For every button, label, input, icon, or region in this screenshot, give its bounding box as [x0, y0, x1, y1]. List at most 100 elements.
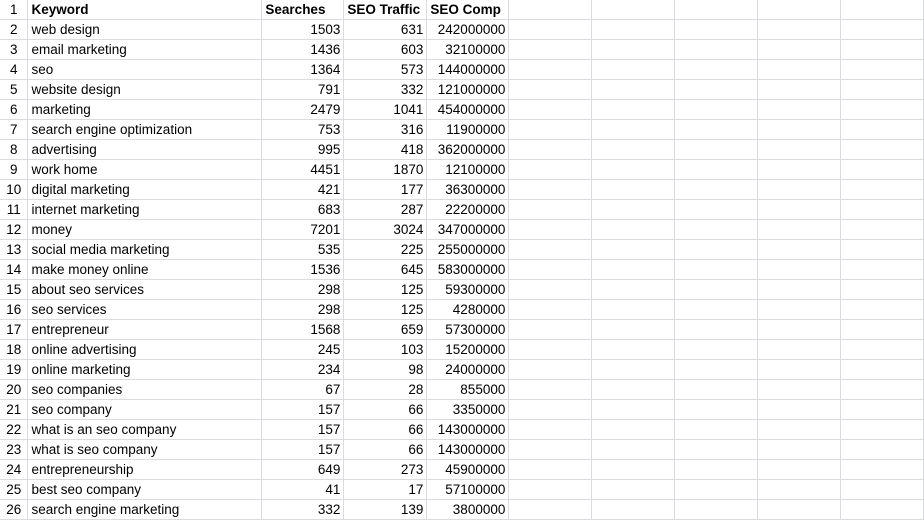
- keyword-cell[interactable]: money: [27, 219, 263, 240]
- seo-comp-cell[interactable]: 57100000: [426, 479, 510, 500]
- empty-cell[interactable]: [840, 99, 924, 120]
- keyword-cell[interactable]: seo company: [27, 399, 263, 420]
- keyword-cell[interactable]: online marketing: [27, 359, 263, 380]
- searches-cell[interactable]: 1536: [261, 259, 345, 280]
- keyword-cell[interactable]: social media marketing: [27, 239, 263, 260]
- empty-cell[interactable]: [591, 439, 676, 460]
- searches-cell[interactable]: 1568: [261, 319, 345, 340]
- empty-cell[interactable]: [674, 419, 759, 440]
- empty-cell[interactable]: [674, 299, 759, 320]
- empty-cell[interactable]: [840, 199, 924, 220]
- seo-traffic-cell[interactable]: 418: [343, 139, 428, 160]
- searches-cell[interactable]: 234: [261, 359, 345, 380]
- empty-cell[interactable]: [508, 419, 593, 440]
- empty-cell[interactable]: [674, 479, 759, 500]
- empty-cell[interactable]: [508, 39, 593, 60]
- row-number[interactable]: 23: [0, 439, 29, 460]
- empty-cell[interactable]: [674, 379, 759, 400]
- empty-cell[interactable]: [508, 319, 593, 340]
- empty-cell[interactable]: [591, 379, 676, 400]
- keyword-cell[interactable]: what is seo company: [27, 439, 263, 460]
- searches-cell[interactable]: 753: [261, 119, 345, 140]
- row-number[interactable]: 8: [0, 139, 29, 160]
- row-number[interactable]: 19: [0, 359, 29, 380]
- empty-cell[interactable]: [840, 139, 924, 160]
- row-number[interactable]: 16: [0, 299, 29, 320]
- seo-comp-cell[interactable]: 32100000: [426, 39, 510, 60]
- empty-cell[interactable]: [757, 139, 841, 160]
- seo-comp-cell[interactable]: 57300000: [426, 319, 510, 340]
- empty-cell[interactable]: [757, 399, 841, 420]
- seo-comp-cell[interactable]: 22200000: [426, 199, 510, 220]
- seo-comp-cell[interactable]: 12100000: [426, 159, 510, 180]
- keyword-cell[interactable]: web design: [27, 19, 263, 40]
- keyword-cell[interactable]: about seo services: [27, 279, 263, 300]
- seo-traffic-cell[interactable]: 573: [343, 59, 428, 80]
- seo-comp-cell[interactable]: 143000000: [426, 439, 510, 460]
- empty-cell[interactable]: [508, 99, 593, 120]
- empty-cell[interactable]: [674, 0, 759, 20]
- searches-cell[interactable]: 421: [261, 179, 345, 200]
- empty-cell[interactable]: [591, 0, 676, 20]
- empty-cell[interactable]: [508, 79, 593, 100]
- keyword-cell[interactable]: seo: [27, 59, 263, 80]
- row-number[interactable]: 6: [0, 99, 29, 120]
- empty-cell[interactable]: [591, 39, 676, 60]
- empty-cell[interactable]: [591, 419, 676, 440]
- seo-comp-cell[interactable]: 255000000: [426, 239, 510, 260]
- column-header[interactable]: Searches: [261, 0, 345, 20]
- seo-traffic-cell[interactable]: 98: [343, 359, 428, 380]
- searches-cell[interactable]: 157: [261, 399, 345, 420]
- seo-traffic-cell[interactable]: 17: [343, 479, 428, 500]
- empty-cell[interactable]: [674, 219, 759, 240]
- empty-cell[interactable]: [508, 439, 593, 460]
- empty-cell[interactable]: [840, 259, 924, 280]
- empty-cell[interactable]: [674, 19, 759, 40]
- seo-traffic-cell[interactable]: 125: [343, 299, 428, 320]
- seo-traffic-cell[interactable]: 631: [343, 19, 428, 40]
- seo-comp-cell[interactable]: 143000000: [426, 419, 510, 440]
- empty-cell[interactable]: [508, 0, 593, 20]
- empty-cell[interactable]: [508, 119, 593, 140]
- empty-cell[interactable]: [757, 39, 841, 60]
- seo-comp-cell[interactable]: 59300000: [426, 279, 510, 300]
- keyword-cell[interactable]: work home: [27, 159, 263, 180]
- empty-cell[interactable]: [591, 159, 676, 180]
- empty-cell[interactable]: [757, 479, 841, 500]
- empty-cell[interactable]: [840, 279, 924, 300]
- empty-cell[interactable]: [674, 119, 759, 140]
- seo-comp-cell[interactable]: 242000000: [426, 19, 510, 40]
- empty-cell[interactable]: [757, 439, 841, 460]
- empty-cell[interactable]: [757, 219, 841, 240]
- empty-cell[interactable]: [591, 199, 676, 220]
- seo-comp-cell[interactable]: 3800000: [426, 499, 510, 520]
- seo-traffic-cell[interactable]: 1041: [343, 99, 428, 120]
- searches-cell[interactable]: 298: [261, 279, 345, 300]
- keyword-cell[interactable]: digital marketing: [27, 179, 263, 200]
- empty-cell[interactable]: [674, 339, 759, 360]
- searches-cell[interactable]: 535: [261, 239, 345, 260]
- empty-cell[interactable]: [840, 339, 924, 360]
- searches-cell[interactable]: 791: [261, 79, 345, 100]
- empty-cell[interactable]: [674, 179, 759, 200]
- seo-traffic-cell[interactable]: 273: [343, 459, 428, 480]
- searches-cell[interactable]: 649: [261, 459, 345, 480]
- seo-comp-cell[interactable]: 855000: [426, 379, 510, 400]
- seo-comp-cell[interactable]: 3350000: [426, 399, 510, 420]
- keyword-cell[interactable]: entrepreneur: [27, 319, 263, 340]
- keyword-cell[interactable]: best seo company: [27, 479, 263, 500]
- row-number[interactable]: 3: [0, 39, 29, 60]
- empty-cell[interactable]: [757, 119, 841, 140]
- seo-traffic-cell[interactable]: 139: [343, 499, 428, 520]
- row-number[interactable]: 13: [0, 239, 29, 260]
- empty-cell[interactable]: [757, 499, 841, 520]
- searches-cell[interactable]: 245: [261, 339, 345, 360]
- empty-cell[interactable]: [840, 479, 924, 500]
- empty-cell[interactable]: [840, 379, 924, 400]
- searches-cell[interactable]: 1436: [261, 39, 345, 60]
- empty-cell[interactable]: [757, 259, 841, 280]
- keyword-cell[interactable]: email marketing: [27, 39, 263, 60]
- empty-cell[interactable]: [674, 159, 759, 180]
- column-header[interactable]: Keyword: [27, 0, 263, 20]
- empty-cell[interactable]: [508, 19, 593, 40]
